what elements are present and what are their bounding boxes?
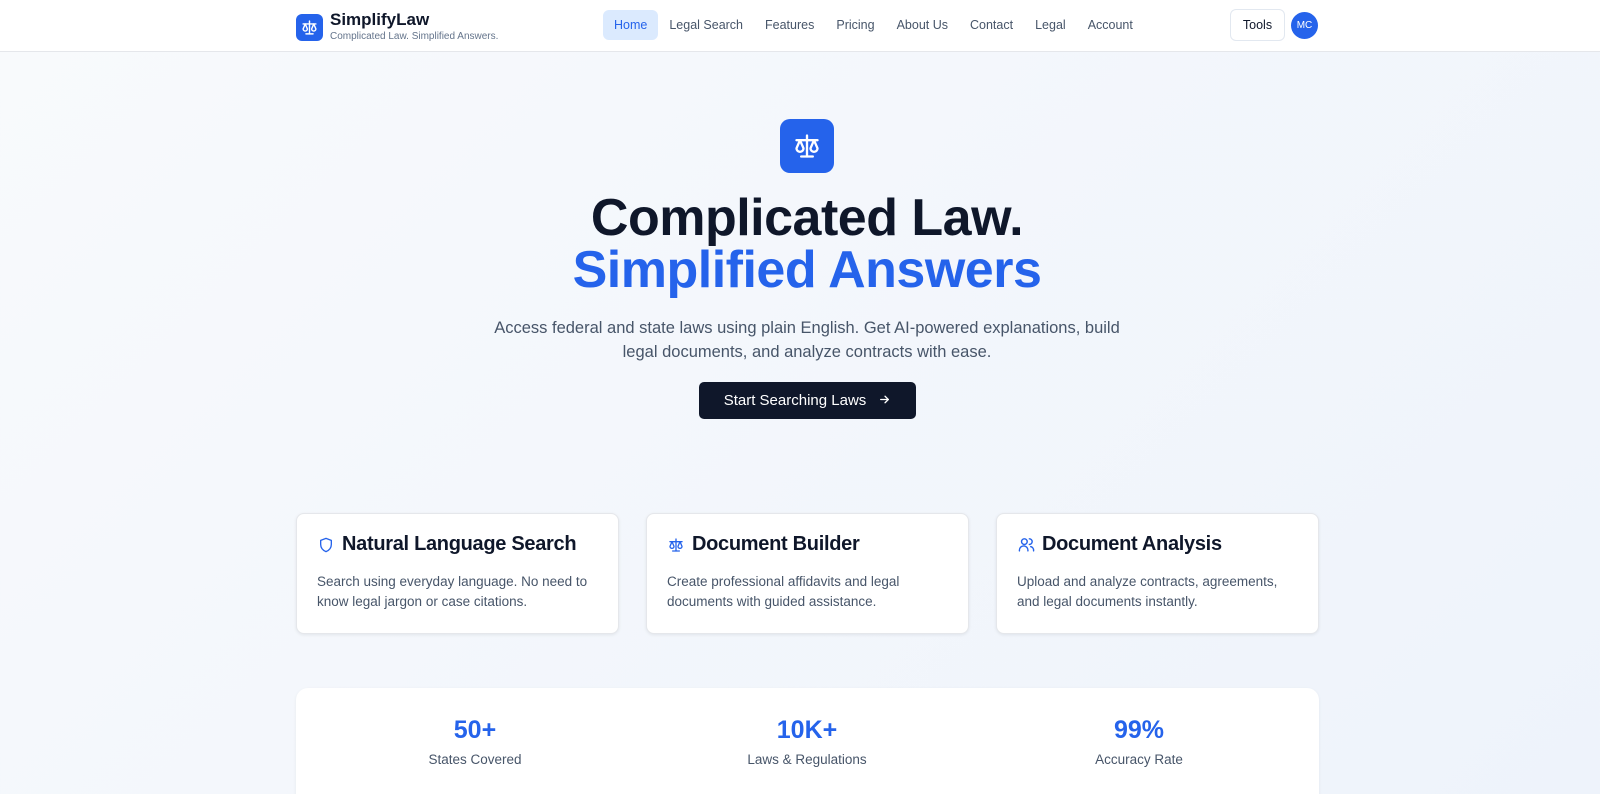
nav-item-contact[interactable]: Contact [959, 10, 1024, 40]
nav-item-about-us[interactable]: About Us [886, 10, 959, 40]
feature-card-analysis[interactable]: Document Analysis Upload and analyze con… [996, 513, 1319, 634]
hero-title-line2: Simplified Answers [572, 241, 1042, 299]
feature-description: Upload and analyze contracts, agreements… [1017, 574, 1278, 609]
stat-label: Laws & Regulations [747, 752, 867, 767]
nav-item-account[interactable]: Account [1077, 10, 1144, 40]
main-nav: Home Legal Search Features Pricing About… [603, 10, 1144, 40]
brand-tagline: Complicated Law. Simplified Answers. [330, 31, 499, 42]
nav-item-pricing[interactable]: Pricing [825, 10, 885, 40]
start-searching-label: Start Searching Laws [723, 392, 867, 409]
user-avatar[interactable]: MC [1291, 12, 1318, 39]
feature-description: Create professional affidavits and legal… [667, 574, 900, 609]
stat-value: 50+ [453, 716, 497, 744]
nav-item-features[interactable]: Features [754, 10, 825, 40]
top-navbar: SimplifyLaw Complicated Law. Simplified … [0, 0, 1600, 52]
brand[interactable]: SimplifyLaw Complicated Law. Simplified … [296, 11, 498, 44]
scales-icon [780, 119, 834, 173]
stat-states: 50+ States Covered [325, 716, 625, 767]
scales-icon [667, 536, 685, 554]
feature-description: Search using everyday language. No need … [317, 574, 588, 609]
shield-icon [317, 536, 335, 554]
hero-title-line1: Complicated Law. [590, 189, 1024, 247]
stat-value: 99% [1113, 716, 1165, 744]
feature-title: Document Builder [692, 533, 860, 555]
arrow-right-icon [878, 393, 891, 409]
users-icon [1017, 536, 1035, 554]
stat-label: States Covered [428, 752, 522, 767]
stat-accuracy: 99% Accuracy Rate [989, 716, 1289, 767]
feature-card-search[interactable]: Natural Language Search Search using eve… [296, 513, 619, 634]
stats-panel: 50+ States Covered 10K+ Laws & Regulatio… [296, 688, 1319, 794]
hero-subtitle: Access federal and state laws using plai… [494, 319, 1120, 361]
feature-title: Document Analysis [1042, 533, 1222, 555]
nav-item-home[interactable]: Home [603, 10, 659, 40]
stat-label: Accuracy Rate [1095, 752, 1183, 767]
tools-button[interactable]: Tools [1230, 9, 1285, 41]
feature-card-builder[interactable]: Document Builder Create professional aff… [646, 513, 969, 634]
start-searching-button[interactable]: Start Searching Laws [699, 382, 916, 419]
brand-name: SimplifyLaw [330, 10, 430, 29]
hero-title: Complicated Law. Simplified Answers [0, 192, 1600, 296]
stat-value: 10K+ [776, 716, 838, 744]
nav-item-legal[interactable]: Legal [1024, 10, 1077, 40]
nav-item-legal-search[interactable]: Legal Search [658, 10, 754, 40]
feature-title: Natural Language Search [342, 533, 577, 555]
scales-icon [296, 14, 323, 41]
stat-laws: 10K+ Laws & Regulations [657, 716, 957, 767]
